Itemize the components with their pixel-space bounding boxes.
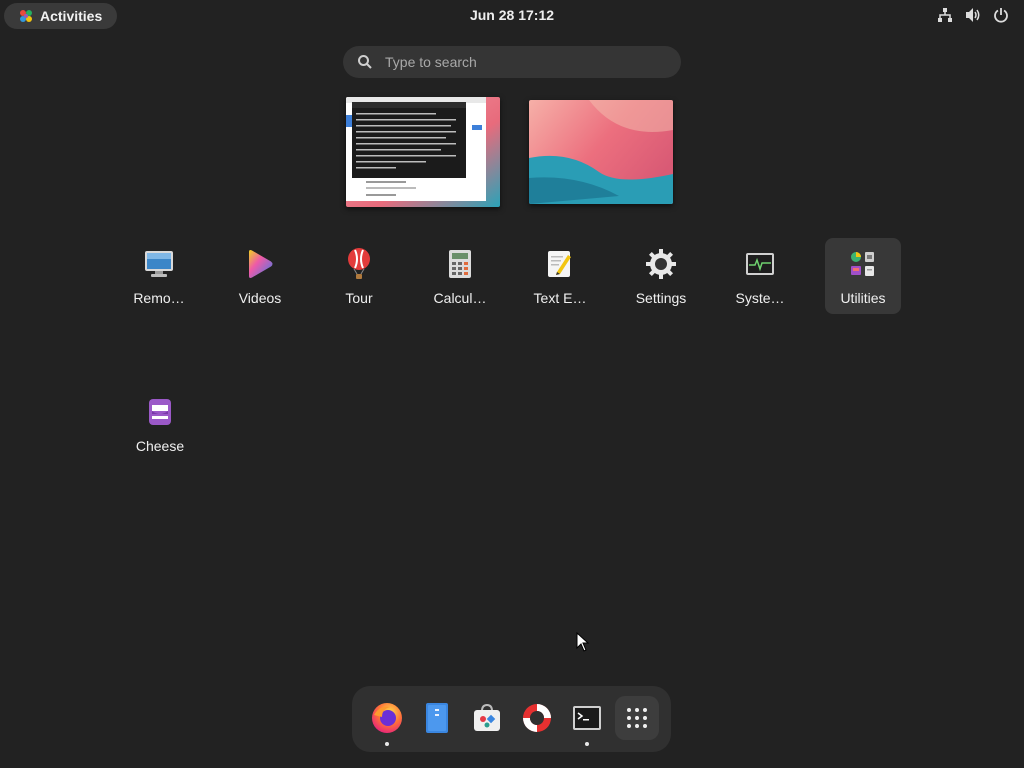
app-calculator[interactable]: Calcul…	[422, 238, 498, 314]
app-system-monitor[interactable]: Syste…	[722, 238, 798, 314]
app-tour[interactable]: Tour	[321, 238, 397, 314]
app-label: Syste…	[735, 290, 785, 306]
search-icon	[358, 55, 372, 69]
activities-button[interactable]: Activities	[4, 3, 117, 29]
app-videos[interactable]: Videos	[222, 238, 298, 314]
cheese-icon	[144, 396, 176, 428]
search-bar[interactable]	[343, 46, 681, 78]
dock-terminal[interactable]	[565, 696, 609, 746]
top-bar: Activities Jun 28 17:12	[0, 0, 1024, 32]
firefox-icon	[372, 703, 402, 733]
workspace-thumbnail-2[interactable]	[529, 100, 673, 204]
remote-desktop-icon	[143, 248, 175, 280]
software-icon	[474, 703, 500, 731]
clock: Jun 28 17:12	[0, 7, 1024, 23]
app-folder-utilities[interactable]: Utilities	[825, 238, 901, 314]
tour-balloon-icon	[343, 248, 375, 280]
text-editor-icon	[544, 248, 576, 280]
dash	[352, 686, 671, 752]
videos-icon	[244, 248, 276, 280]
network-icon[interactable]	[936, 6, 954, 24]
running-indicator	[385, 742, 389, 746]
dock-software[interactable]	[465, 696, 509, 740]
dock-files[interactable]	[415, 696, 459, 740]
dock-help[interactable]	[515, 696, 559, 740]
app-label: Utilities	[840, 290, 886, 306]
system-status-area[interactable]	[936, 6, 1010, 24]
date-time-label[interactable]: Jun 28 17:12	[470, 7, 554, 23]
app-label: Tour	[345, 290, 373, 306]
app-grid-icon	[627, 708, 647, 728]
app-label: Videos	[238, 290, 282, 306]
calculator-icon	[444, 248, 476, 280]
workspace-thumbnail-1[interactable]	[346, 97, 500, 207]
dock-firefox[interactable]	[365, 696, 409, 746]
activities-label: Activities	[40, 8, 103, 24]
help-lifebuoy-icon	[523, 704, 551, 732]
search-input[interactable]	[383, 53, 647, 71]
system-monitor-icon	[744, 248, 776, 280]
app-label: Text E…	[533, 290, 587, 306]
running-indicator	[585, 742, 589, 746]
mouse-pointer-icon	[576, 632, 590, 652]
app-remote-desktop[interactable]: Remo…	[121, 238, 197, 314]
utilities-folder-icon	[847, 248, 879, 280]
app-label: Cheese	[135, 438, 185, 454]
app-label: Remo…	[133, 290, 185, 306]
app-settings[interactable]: Settings	[623, 238, 699, 314]
show-applications-button[interactable]	[615, 696, 659, 740]
app-label: Calcul…	[433, 290, 487, 306]
terminal-icon	[573, 706, 601, 730]
volume-icon[interactable]	[964, 6, 982, 24]
app-label: Settings	[635, 290, 687, 306]
power-icon[interactable]	[992, 6, 1010, 24]
app-text-editor[interactable]: Text E…	[522, 238, 598, 314]
app-cheese[interactable]: Cheese	[122, 386, 198, 462]
settings-gear-icon	[645, 248, 677, 280]
gnome-logo-icon	[20, 10, 32, 22]
files-icon	[426, 703, 448, 733]
